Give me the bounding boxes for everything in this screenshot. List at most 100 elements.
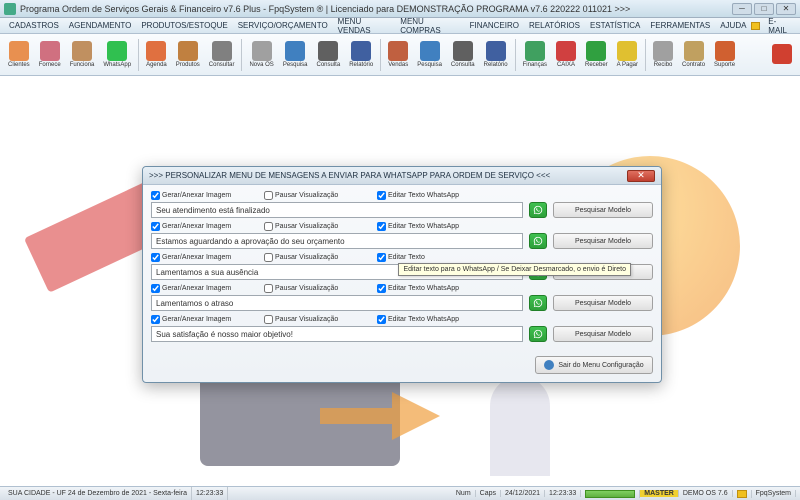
toolbar-label: Pesquisa (417, 62, 442, 68)
status-date: 24/12/2021 (501, 490, 545, 497)
fornece-icon (40, 41, 60, 61)
toolbar-suporte[interactable]: Suporte (710, 38, 739, 71)
menu-financeiro[interactable]: FINANCEIRO (465, 21, 524, 30)
window-title: Programa Ordem de Serviços Gerais & Fina… (20, 4, 630, 14)
toolbar-finanças[interactable]: Finanças (519, 38, 551, 71)
consultar-icon (212, 41, 232, 61)
maximize-button[interactable]: □ (754, 3, 774, 15)
pesquisa-icon (420, 41, 440, 61)
whatsapp-button[interactable] (529, 326, 547, 342)
gerar-checkbox[interactable] (151, 222, 160, 231)
toolbar-label: Funciona (70, 62, 95, 68)
menu-vendas[interactable]: MENU VENDAS (333, 17, 396, 35)
toolbar-exit[interactable] (768, 41, 796, 68)
toolbar-pesquisa[interactable]: Pesquisa (413, 38, 446, 71)
close-button[interactable]: ✕ (776, 3, 796, 15)
toolbar-fornece[interactable]: Fornece (35, 38, 65, 71)
whatsapp-button[interactable] (529, 233, 547, 249)
consulta-icon (453, 41, 473, 61)
message-checks: Gerar/Anexar ImagemPausar VisualizaçãoEd… (151, 253, 653, 262)
status-fpq: FpqSystem (752, 490, 796, 497)
menu-cadastros[interactable]: CADASTROS (4, 21, 64, 30)
toolbar-a pagar[interactable]: A Pagar (613, 38, 642, 71)
dialog-close-button[interactable]: ✕ (627, 170, 655, 182)
toolbar-label: Pesquisa (283, 62, 308, 68)
editar-checkbox-label: Editar Texto WhatsApp (388, 192, 459, 199)
menu-ajuda[interactable]: AJUDA (715, 21, 751, 30)
gerar-checkbox-group: Gerar/Anexar Imagem (151, 222, 261, 231)
pausar-checkbox[interactable] (264, 284, 273, 293)
toolbar-clientes[interactable]: Clientes (4, 38, 34, 71)
progress-bar (585, 490, 635, 498)
pausar-checkbox[interactable] (264, 222, 273, 231)
whatsapp-icon (533, 329, 543, 339)
toolbar-produtos[interactable]: Produtos (172, 38, 204, 71)
gerar-checkbox-group: Gerar/Anexar Imagem (151, 191, 261, 200)
message-input[interactable] (151, 326, 523, 342)
toolbar-separator (645, 39, 646, 71)
pesquisar-modelo-button[interactable]: Pesquisar Modelo (553, 233, 653, 249)
whatsapp-button[interactable] (529, 202, 547, 218)
editar-checkbox[interactable] (377, 284, 386, 293)
editar-checkbox[interactable] (377, 253, 386, 262)
gerar-checkbox[interactable] (151, 315, 160, 324)
toolbar-label: CAIXA (557, 62, 575, 68)
minimize-button[interactable]: ─ (732, 3, 752, 15)
toolbar-consultar[interactable]: Consultar (205, 38, 239, 71)
pesquisar-modelo-button[interactable]: Pesquisar Modelo (553, 295, 653, 311)
menu-email[interactable]: E-MAIL (751, 17, 796, 35)
status-bar: SUA CIDADE - UF 24 de Dezembro de 2021 -… (0, 486, 800, 500)
toolbar-vendas[interactable]: Vendas (384, 38, 412, 71)
pausar-checkbox-group: Pausar Visualização (264, 222, 374, 231)
gerar-checkbox[interactable] (151, 191, 160, 200)
editar-checkbox[interactable] (377, 315, 386, 324)
window-title-bar: Programa Ordem de Serviços Gerais & Fina… (0, 0, 800, 18)
toolbar-label: Fornece (39, 62, 61, 68)
whatsapp-button[interactable] (529, 295, 547, 311)
exit-config-button[interactable]: Sair do Menu Configuração (535, 356, 653, 374)
toolbar-whatsapp[interactable]: WhatsApp (99, 38, 135, 71)
email-icon (751, 22, 760, 30)
toolbar-contrato[interactable]: Contrato (678, 38, 709, 71)
status-time: 12:23:33 (192, 487, 228, 500)
toolbar-consulta[interactable]: Consulta (447, 38, 479, 71)
menu-estatistica[interactable]: ESTATÍSTICA (585, 21, 645, 30)
editar-checkbox[interactable] (377, 222, 386, 231)
menu-relatorios[interactable]: RELATÓRIOS (524, 21, 585, 30)
message-input[interactable] (151, 295, 523, 311)
relatório-icon (486, 41, 506, 61)
toolbar-consulta[interactable]: Consulta (313, 38, 345, 71)
menu-compras[interactable]: MENU COMPRAS (395, 17, 464, 35)
toolbar-funciona[interactable]: Funciona (66, 38, 99, 71)
toolbar-pesquisa[interactable]: Pesquisa (279, 38, 312, 71)
menu-produtos[interactable]: PRODUTOS/ESTOQUE (136, 21, 232, 30)
gerar-checkbox[interactable] (151, 253, 160, 262)
pesquisar-modelo-button[interactable]: Pesquisar Modelo (553, 202, 653, 218)
pausar-checkbox[interactable] (264, 315, 273, 324)
pausar-checkbox[interactable] (264, 191, 273, 200)
dialog-title-bar: >>> PERSONALIZAR MENU DE MENSAGENS A ENV… (143, 167, 661, 185)
pesquisa-icon (285, 41, 305, 61)
menu-servico[interactable]: SERVIÇO/ORÇAMENTO (233, 21, 333, 30)
menu-agendamento[interactable]: AGENDAMENTO (64, 21, 137, 30)
toolbar-relatório[interactable]: Relatório (480, 38, 512, 71)
toolbar-recibo[interactable]: Recibo (649, 38, 677, 71)
status-email-icon[interactable] (733, 490, 752, 498)
toolbar-receber[interactable]: Receber (581, 38, 612, 71)
toolbar-relatório[interactable]: Relatório (345, 38, 377, 71)
gerar-checkbox[interactable] (151, 284, 160, 293)
status-num: Num (452, 490, 476, 497)
message-input[interactable] (151, 202, 523, 218)
message-input[interactable] (151, 233, 523, 249)
whatsapp-icon (107, 41, 127, 61)
toolbar-caixa[interactable]: CAIXA (552, 38, 580, 71)
editar-checkbox[interactable] (377, 191, 386, 200)
pesquisar-modelo-button[interactable]: Pesquisar Modelo (553, 326, 653, 342)
tooltip: Editar texto para o WhatsApp / Se Deixar… (398, 263, 631, 276)
toolbar-agenda[interactable]: Agenda (142, 38, 171, 71)
toolbar-nova os[interactable]: Nova OS (245, 38, 277, 71)
pausar-checkbox[interactable] (264, 253, 273, 262)
finanças-icon (525, 41, 545, 61)
toolbar-label: Consultar (209, 62, 235, 68)
menu-ferramentas[interactable]: FERRAMENTAS (645, 21, 715, 30)
